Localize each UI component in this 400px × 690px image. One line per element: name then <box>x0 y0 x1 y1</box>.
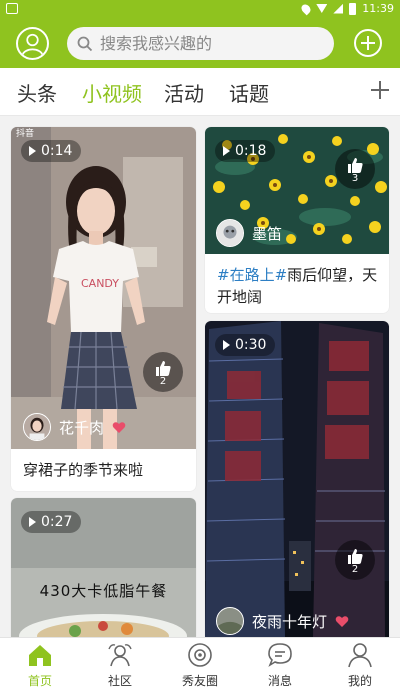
user-avatar-button[interactable] <box>16 27 49 60</box>
nav-profile[interactable]: 我的 <box>320 641 400 689</box>
nav-label: 首页 <box>27 674 52 688</box>
nav-messages[interactable]: 消息 <box>240 641 320 689</box>
tab-short-videos[interactable]: 小视频 <box>82 78 142 107</box>
nav-label: 秀友圈 <box>181 674 218 688</box>
video-thumbnail: CANDY <box>11 127 196 449</box>
video-duration-badge: 0:14 <box>21 140 82 162</box>
community-icon <box>108 644 132 667</box>
svg-text:CANDY: CANDY <box>81 277 119 290</box>
play-icon <box>223 146 230 156</box>
video-card[interactable]: 0:30 2 夜雨十年灯 <box>205 321 389 637</box>
like-button[interactable]: 3 <box>335 149 375 189</box>
nav-label: 我的 <box>347 674 372 688</box>
friends-circle-icon <box>188 643 212 667</box>
search-input[interactable] <box>100 34 320 53</box>
play-icon <box>223 340 230 350</box>
bottom-navigation: 首页 社区 秀友圈 消息 我的 <box>0 637 400 690</box>
category-tabs: 头条 小视频 活动 话题 <box>0 68 400 116</box>
author-name: 花千肉 <box>59 418 105 437</box>
tab-topics[interactable]: 话题 <box>229 78 269 107</box>
wifi-icon <box>316 4 328 13</box>
video-card[interactable]: CANDY 抖音 0:14 2 花千肉 穿裙子的季节来啦 <box>11 127 196 491</box>
like-count: 3 <box>351 173 359 184</box>
author-info[interactable]: 墨笛 <box>216 219 282 247</box>
home-icon <box>29 645 51 666</box>
douyin-watermark: 抖音 <box>16 129 35 139</box>
message-icon <box>268 643 292 667</box>
profile-icon <box>348 643 372 668</box>
notification-icon <box>6 3 18 14</box>
nav-friends-circle[interactable]: 秀友圈 <box>160 641 240 689</box>
heart-icon <box>335 615 349 627</box>
thumbs-up-icon <box>156 361 171 376</box>
like-button[interactable]: 2 <box>335 540 375 580</box>
status-time: 11:39 <box>362 2 394 15</box>
nav-home[interactable]: 首页 <box>0 641 80 689</box>
author-avatar <box>216 219 244 247</box>
heart-icon <box>112 421 126 433</box>
app-header <box>0 18 400 68</box>
search-icon <box>77 36 93 51</box>
location-icon <box>299 2 313 15</box>
video-duration: 0:27 <box>41 514 73 530</box>
like-count: 2 <box>351 564 359 575</box>
author-avatar <box>216 607 244 635</box>
add-tab-icon[interactable] <box>370 80 390 100</box>
thumbs-up-icon <box>348 158 363 173</box>
video-duration: 0:30 <box>235 337 267 353</box>
nav-label: 消息 <box>267 674 292 688</box>
video-caption: 穿裙子的季节来啦 <box>23 461 144 479</box>
status-icons: 11:39 <box>299 2 394 15</box>
hashtag-link[interactable]: #在路上# <box>217 266 287 284</box>
author-avatar <box>23 413 51 441</box>
video-card[interactable]: 0:18 3 墨笛 #在路上#雨后仰望，天 开地阔 <box>205 127 389 313</box>
video-duration-badge: 0:27 <box>21 511 82 533</box>
video-caption: #在路上#雨后仰望，天 开地阔 <box>217 264 377 308</box>
video-duration-badge: 0:18 <box>215 140 276 162</box>
signal-icon <box>333 3 344 14</box>
thumbs-up-icon <box>348 549 363 564</box>
author-info[interactable]: 夜雨十年灯 <box>216 607 349 635</box>
video-duration: 0:14 <box>41 143 73 159</box>
caption-line: 开地阔 <box>217 288 263 306</box>
search-box[interactable] <box>67 27 334 60</box>
user-icon <box>21 33 44 56</box>
tab-events[interactable]: 活动 <box>164 78 204 107</box>
caption-line: 雨后仰望，天 <box>287 266 378 284</box>
battery-icon <box>349 2 357 15</box>
video-card[interactable]: 0:27 430大卡低脂午餐 <box>11 498 196 637</box>
author-info[interactable]: 花千肉 <box>23 413 126 441</box>
add-button[interactable] <box>354 29 382 57</box>
nav-label: 社区 <box>107 674 132 688</box>
author-name: 夜雨十年灯 <box>252 612 328 631</box>
like-button[interactable]: 2 <box>143 352 183 392</box>
video-overlay-text: 430大卡低脂午餐 <box>39 582 168 600</box>
play-icon <box>29 146 36 156</box>
video-duration: 0:18 <box>235 143 267 159</box>
play-icon <box>29 517 36 527</box>
tab-headlines[interactable]: 头条 <box>17 78 57 107</box>
video-duration-badge: 0:30 <box>215 334 276 356</box>
video-thumbnail <box>205 321 389 637</box>
nav-community[interactable]: 社区 <box>80 641 160 689</box>
like-count: 2 <box>159 376 167 387</box>
author-name: 墨笛 <box>252 224 283 243</box>
status-bar: 11:39 <box>0 0 400 18</box>
